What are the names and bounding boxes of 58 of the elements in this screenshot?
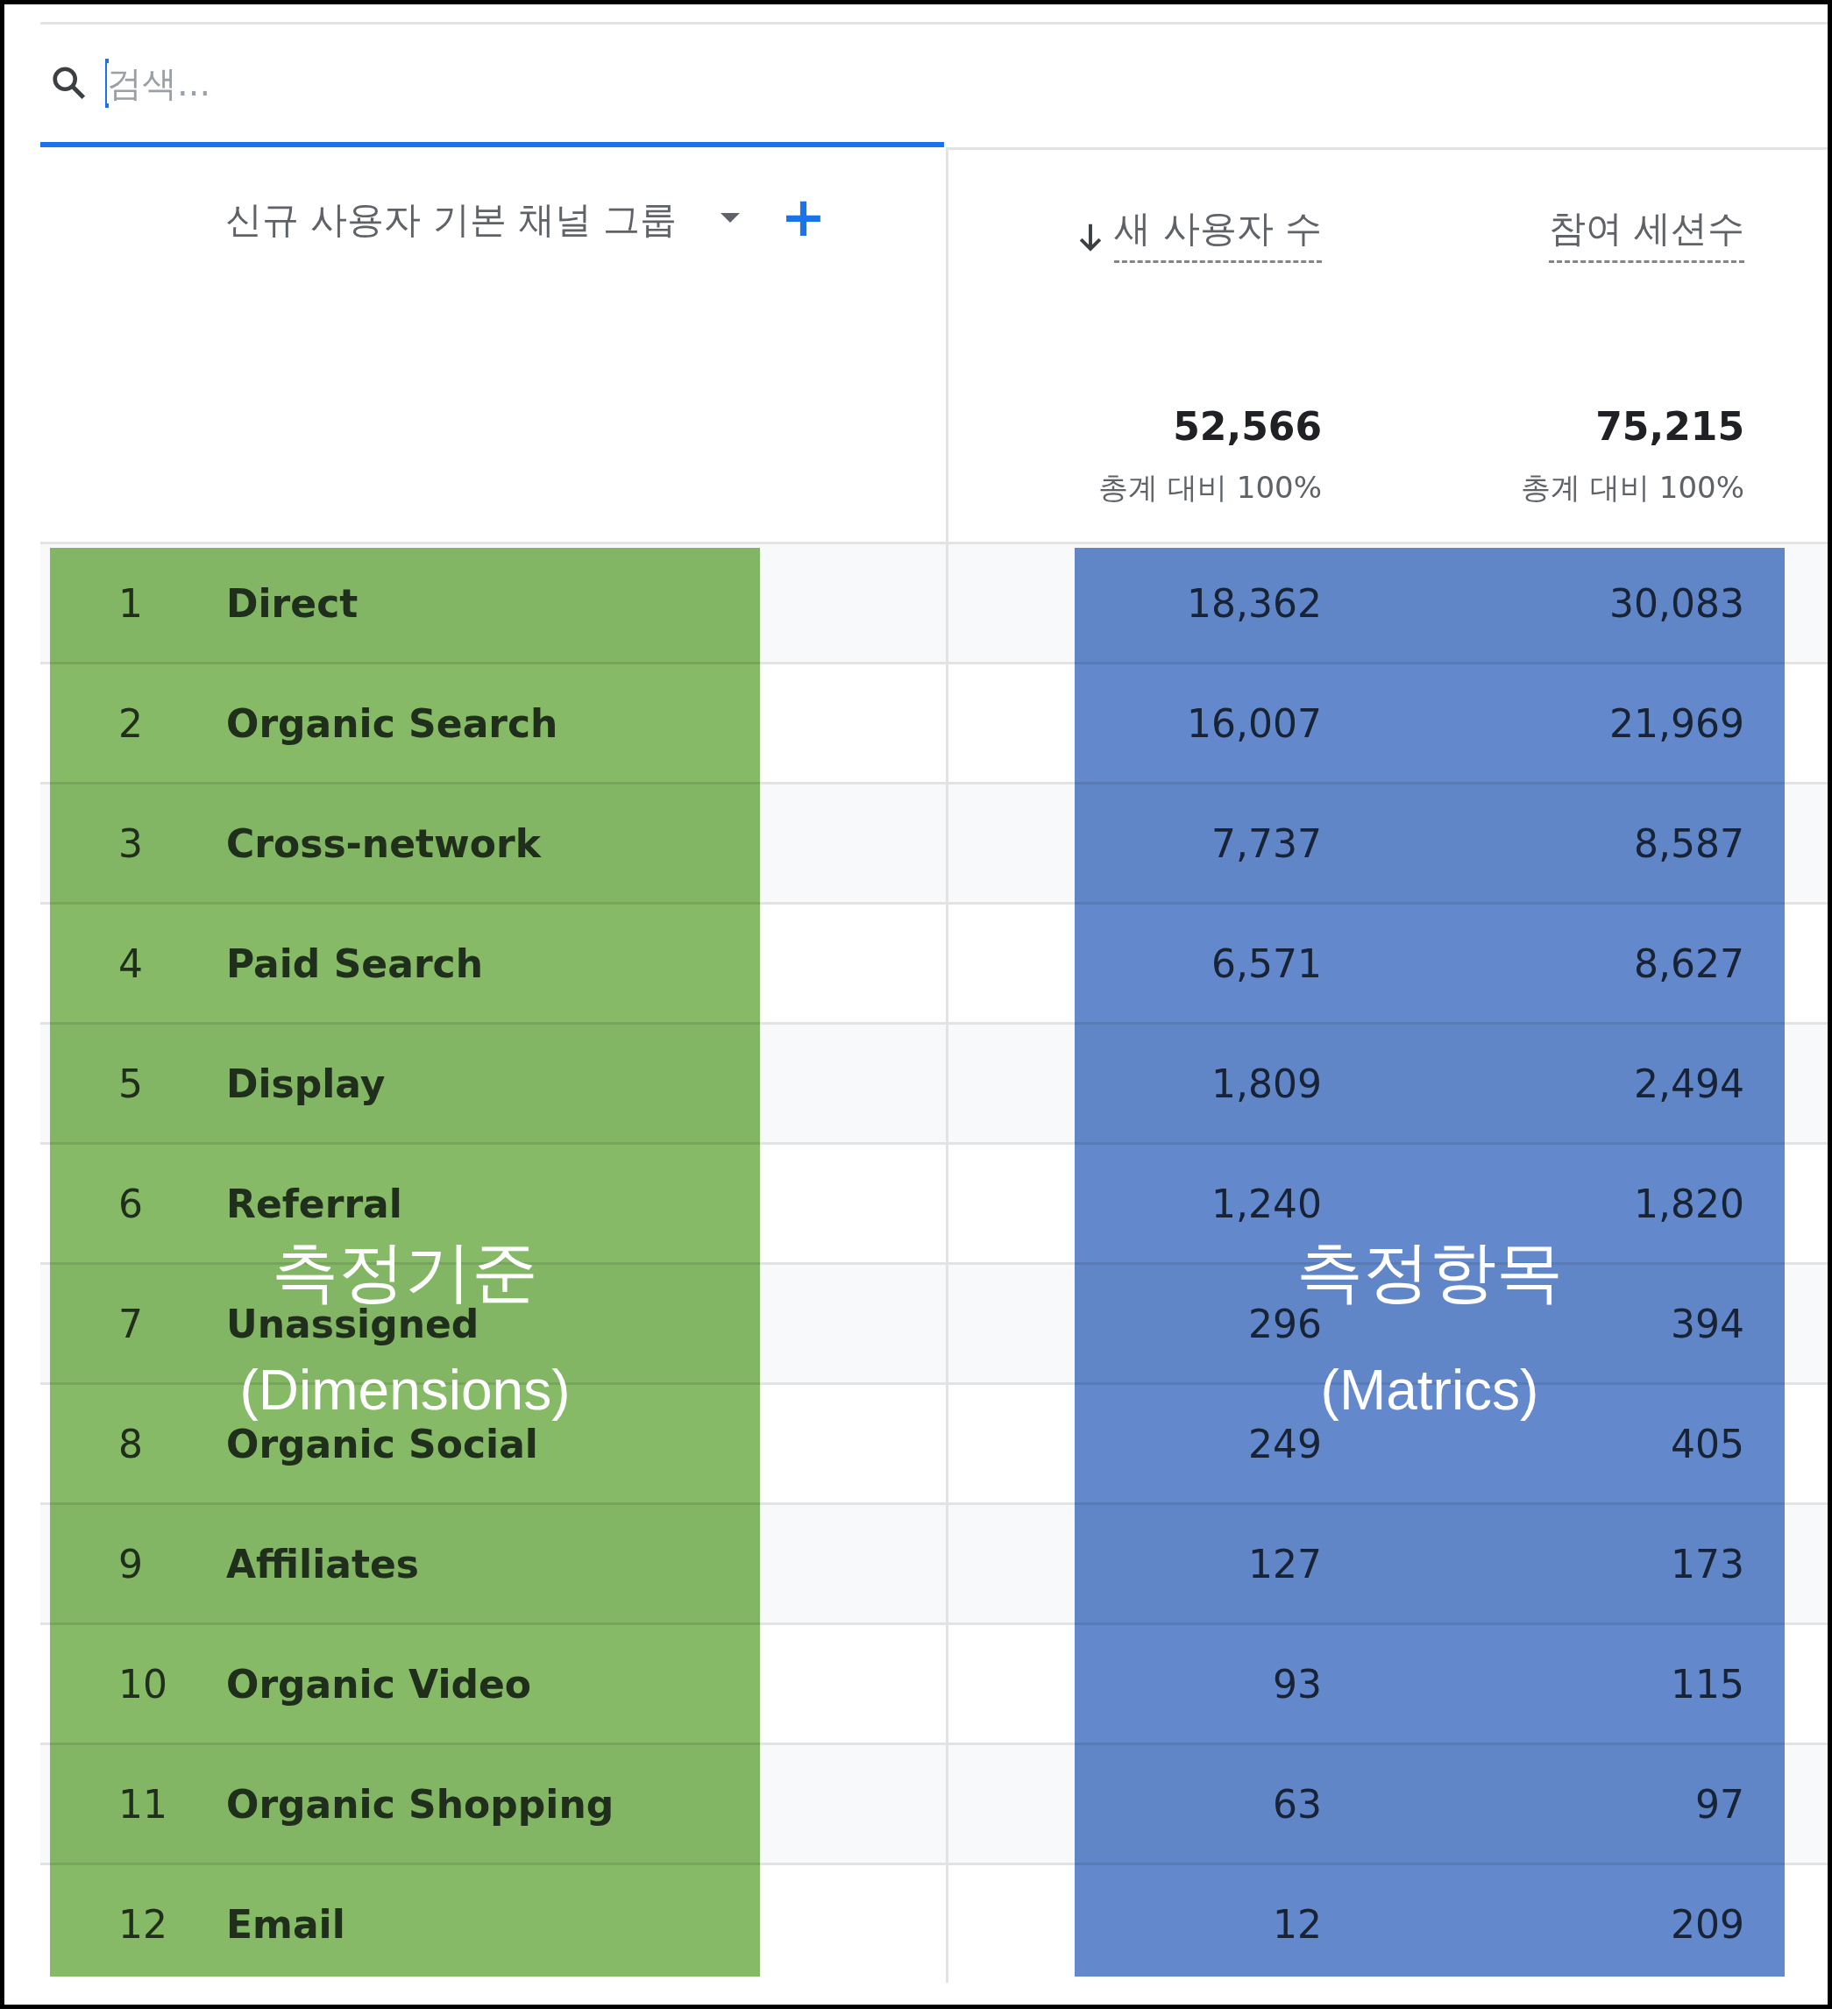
table-cell: 405	[1671, 1421, 1744, 1466]
row-number: 3	[118, 820, 144, 866]
row-number: 2	[118, 700, 144, 746]
table-cell: Paid Search	[226, 941, 483, 986]
table-cell: Cross-network	[226, 820, 541, 866]
row-number: 5	[118, 1061, 144, 1106]
total-share: 총계 대비 100%	[1521, 469, 1744, 507]
table-cell: 93	[1273, 1661, 1322, 1707]
row-number: 10	[118, 1661, 168, 1707]
table-cell: 1,820	[1634, 1181, 1744, 1226]
row-number: 12	[118, 1901, 168, 1947]
caret-icon[interactable]	[721, 213, 741, 223]
row-number: 4	[118, 941, 144, 986]
row-number: 1	[118, 580, 144, 626]
table-cell: 7,737	[1211, 820, 1322, 866]
table-cell: Affiliates	[226, 1541, 420, 1587]
table-cell: Organic Shopping	[226, 1781, 614, 1827]
table-cell: Direct	[226, 580, 359, 626]
table-cell: 115	[1671, 1661, 1744, 1707]
table-cell: 6,571	[1211, 941, 1322, 986]
table-cell: 127	[1248, 1541, 1322, 1587]
table-cell: Organic Video	[226, 1661, 532, 1707]
column-header[interactable]: 신규 사용자 기본 채널 그룹	[225, 195, 678, 245]
table-cell: 173	[1671, 1541, 1744, 1587]
add-dimension-button[interactable]: +	[775, 190, 832, 245]
column-header[interactable]: 새 사용자 수	[1114, 203, 1322, 263]
table-cell: Referral	[226, 1181, 402, 1226]
row-number: 7	[118, 1301, 144, 1346]
row-number: 8	[118, 1421, 144, 1466]
total-value: 75,215	[1595, 404, 1744, 449]
sort-arrow-icon[interactable]	[1079, 222, 1103, 253]
table-cell: 97	[1695, 1781, 1744, 1827]
table-cell: 12	[1273, 1901, 1322, 1947]
table-cell: 16,007	[1187, 700, 1322, 746]
row-number: 9	[118, 1541, 144, 1587]
total-share: 총계 대비 100%	[1098, 469, 1322, 507]
table-cell: 249	[1248, 1421, 1322, 1466]
table-cell: 30,083	[1609, 580, 1744, 626]
total-value: 52,566	[1173, 404, 1322, 449]
table-cell: 63	[1273, 1781, 1322, 1827]
annotation-subtitle: (Matrics)	[1320, 1359, 1539, 1422]
table-cell: 1,240	[1211, 1181, 1322, 1226]
column-header[interactable]: 참여 세션수	[1548, 203, 1744, 263]
table-cell: Display	[226, 1061, 386, 1106]
table-cell: 21,969	[1609, 700, 1744, 746]
table-cell: 8,587	[1634, 820, 1744, 866]
table-cell: Email	[226, 1901, 345, 1947]
table-cell: 18,362	[1187, 580, 1322, 626]
table-cell: Organic Social	[226, 1421, 538, 1466]
table-cell: 2,494	[1634, 1061, 1744, 1106]
annotation-subtitle: (Dimensions)	[239, 1359, 571, 1422]
table-cell: 8,627	[1634, 941, 1744, 986]
table-cell: 209	[1671, 1901, 1744, 1947]
row-number: 11	[118, 1781, 168, 1827]
table-cell: 1,809	[1211, 1061, 1322, 1106]
table-cell: Organic Search	[226, 700, 558, 746]
row-number: 6	[118, 1181, 144, 1226]
table-cell: 394	[1671, 1301, 1744, 1346]
